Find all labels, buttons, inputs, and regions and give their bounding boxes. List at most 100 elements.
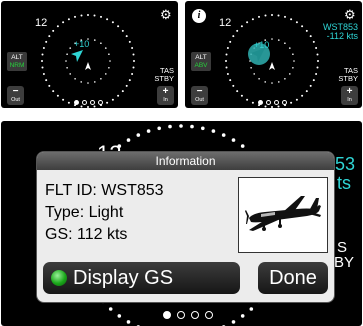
altitude-mode-title: ALT: [11, 53, 23, 61]
range-ring-outer: [225, 14, 319, 108]
ring-dot: [108, 307, 113, 311]
ring-dot: [190, 124, 194, 129]
ring-dot: [128, 79, 131, 82]
ring-dot: [48, 35, 51, 38]
ring-dot: [93, 14, 96, 17]
display-gs-button[interactable]: Display GS: [43, 262, 240, 294]
page-dot[interactable]: [177, 311, 185, 319]
ring-dot: [80, 14, 83, 17]
page-dot[interactable]: [191, 311, 199, 319]
ring-dot: [236, 90, 239, 93]
ring-dot: [284, 78, 286, 80]
ring-dot: [278, 81, 280, 83]
ring-dot: [67, 18, 70, 21]
ring-dot: [157, 126, 161, 131]
ring-dot: [126, 138, 131, 142]
page-dot[interactable]: [274, 100, 279, 105]
ring-dot: [240, 314, 245, 318]
zoom-out-button[interactable]: − Out: [191, 86, 208, 105]
page-indicator[interactable]: [74, 100, 103, 105]
ring-dot: [309, 84, 312, 87]
ring-dot: [125, 35, 128, 38]
ring-dot: [126, 320, 131, 324]
zoom-out-caption: Out: [195, 97, 204, 103]
ring-dot: [66, 53, 68, 55]
ring-dot: [258, 78, 260, 80]
ring-dot: [106, 18, 109, 21]
altitude-mode-value: NRM: [9, 61, 25, 69]
info-icon[interactable]: i: [192, 9, 206, 23]
ring-dot: [131, 47, 134, 49]
ring-dot: [100, 15, 102, 18]
ring-dot: [52, 29, 55, 32]
traffic-arrow-icon[interactable]: [71, 50, 83, 62]
ring-dot: [42, 73, 45, 75]
page-indicator[interactable]: [258, 100, 287, 105]
ring-dot: [168, 124, 172, 129]
zoom-in-button[interactable]: + In: [157, 86, 174, 105]
ring-dot: [201, 126, 205, 131]
page-dot[interactable]: [90, 100, 95, 105]
ring-dot: [315, 47, 318, 49]
ring-dot: [271, 82, 273, 84]
page-dot[interactable]: [74, 100, 79, 105]
zoom-in-caption: In: [347, 97, 352, 103]
traffic-altitude-label: +10: [254, 40, 270, 50]
page-dot[interactable]: [205, 311, 213, 319]
range-ring-outer: [41, 14, 135, 108]
ownship-icon: [85, 62, 91, 70]
page-dot[interactable]: [266, 100, 271, 105]
ring-dot: [264, 81, 266, 83]
ring-dot: [271, 14, 273, 16]
ownship-icon: [269, 62, 275, 70]
plus-icon: +: [162, 86, 169, 97]
ring-dot: [56, 25, 59, 28]
ring-dot: [211, 129, 216, 133]
ring-dot: [41, 53, 44, 56]
ring-dot: [62, 98, 65, 101]
ring-dot: [289, 73, 291, 75]
ring-dot: [42, 47, 45, 49]
ring-dot: [111, 98, 114, 101]
page-dot[interactable]: [98, 100, 103, 105]
altitude-mode-button[interactable]: ALT NRM: [7, 52, 27, 71]
ring-dot: [229, 40, 232, 43]
ring-dot: [133, 60, 135, 62]
gear-icon[interactable]: ⚙: [160, 8, 172, 21]
gear-icon[interactable]: ⚙: [344, 8, 356, 21]
ring-dot: [117, 25, 120, 28]
traffic-scope: [225, 14, 319, 108]
page-dot[interactable]: [163, 311, 171, 319]
ring-dot: [292, 53, 294, 55]
ring-dot: [284, 42, 286, 44]
ring-dot: [290, 18, 293, 21]
ring-dot: [253, 73, 255, 75]
altitude-mode-value: ABV: [194, 61, 208, 69]
page-dot[interactable]: [258, 100, 263, 105]
page-dot[interactable]: [82, 100, 87, 105]
selected-traffic-readout: WST853 -112 kts: [323, 23, 358, 41]
ring-dot: [128, 40, 131, 43]
ring-dot: [277, 14, 280, 17]
ring-dot: [251, 18, 254, 21]
dialog-title: Information: [37, 152, 334, 170]
zoom-in-button[interactable]: + In: [341, 86, 358, 105]
page-indicator[interactable]: [163, 311, 213, 319]
ring-dot: [132, 53, 135, 56]
page-dot[interactable]: [282, 100, 287, 105]
ring-dot: [100, 42, 102, 44]
plus-icon: +: [346, 86, 353, 97]
ring-dot: [108, 53, 110, 55]
tas-status: TAS STBY: [154, 67, 174, 83]
ring-dot: [231, 138, 236, 142]
ring-dot: [100, 78, 102, 80]
ring-dot: [146, 129, 151, 133]
done-button[interactable]: Done: [258, 262, 328, 294]
ring-dot: [131, 73, 134, 75]
ring-dot: [258, 15, 260, 18]
ring-dot: [87, 14, 89, 16]
ring-dot: [41, 60, 43, 62]
zoom-out-button[interactable]: − Out: [7, 86, 24, 105]
altitude-mode-button[interactable]: ALT ABV: [191, 52, 211, 71]
minus-icon: −: [196, 86, 203, 97]
